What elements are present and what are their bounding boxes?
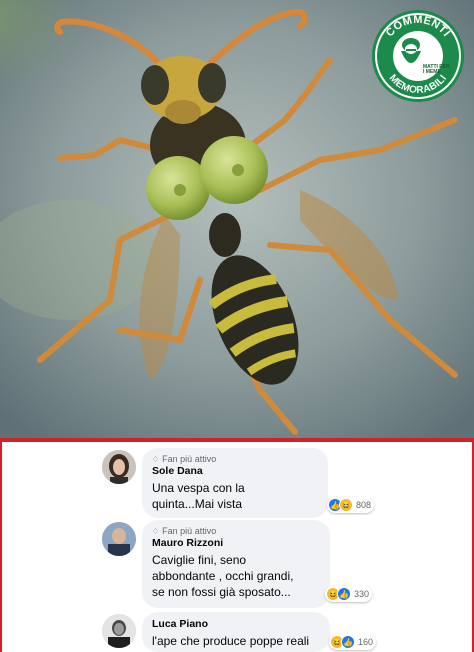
like-icon: 👍 bbox=[341, 635, 355, 649]
like-icon: 👍 bbox=[337, 587, 351, 601]
reaction-count: 160 bbox=[358, 637, 374, 647]
comment-bubble: ♢ Fan più attivo Mauro Rizzoni Caviglie … bbox=[142, 520, 330, 608]
fan-label: Fan più attivo bbox=[162, 526, 217, 536]
top-fan-badge: ♢ Fan più attivo bbox=[152, 526, 320, 536]
comment-bubble: Luca Piano l'ape che produce poppe reali bbox=[142, 612, 330, 652]
comment-text: Caviglie fini, seno abbondante , occhi g… bbox=[152, 553, 294, 599]
avatar[interactable] bbox=[102, 522, 136, 556]
fan-label: Fan più attivo bbox=[162, 454, 217, 464]
comment-bubble: ♢ Fan più attivo Sole Dana Una vespa con… bbox=[142, 448, 328, 518]
reaction-summary[interactable]: 😆 👍 160 bbox=[329, 634, 377, 650]
avatar[interactable] bbox=[102, 450, 136, 484]
comment-text: l'ape che produce poppe reali bbox=[152, 634, 310, 648]
reaction-summary[interactable]: 👍 😆 808 bbox=[327, 497, 375, 513]
badge-small-text: MATTI PER I MEME bbox=[423, 64, 450, 75]
comment-text: Una vespa con la quinta...Mai vista bbox=[152, 481, 245, 511]
top-fan-badge: ♢ Fan più attivo bbox=[152, 454, 318, 464]
comment-author[interactable]: Luca Piano bbox=[152, 618, 320, 630]
diamond-icon: ♢ bbox=[152, 454, 160, 464]
reaction-summary[interactable]: 😆 👍 330 bbox=[325, 586, 373, 602]
comments-panel: ♢ Fan più attivo Sole Dana Una vespa con… bbox=[0, 438, 474, 652]
reaction-count: 808 bbox=[356, 500, 372, 510]
commenti-memorabili-logo: COMMENTI MEMORABILI MATTI PER I MEME bbox=[372, 10, 464, 102]
meme-photo: COMMENTI MEMORABILI MATTI PER I MEME bbox=[0, 0, 474, 438]
reaction-count: 330 bbox=[354, 589, 370, 599]
comment-author[interactable]: Mauro Rizzoni bbox=[152, 537, 320, 549]
avatar[interactable] bbox=[102, 614, 136, 648]
comment-author[interactable]: Sole Dana bbox=[152, 465, 318, 477]
haha-icon: 😆 bbox=[339, 498, 353, 512]
diamond-icon: ♢ bbox=[152, 526, 160, 536]
